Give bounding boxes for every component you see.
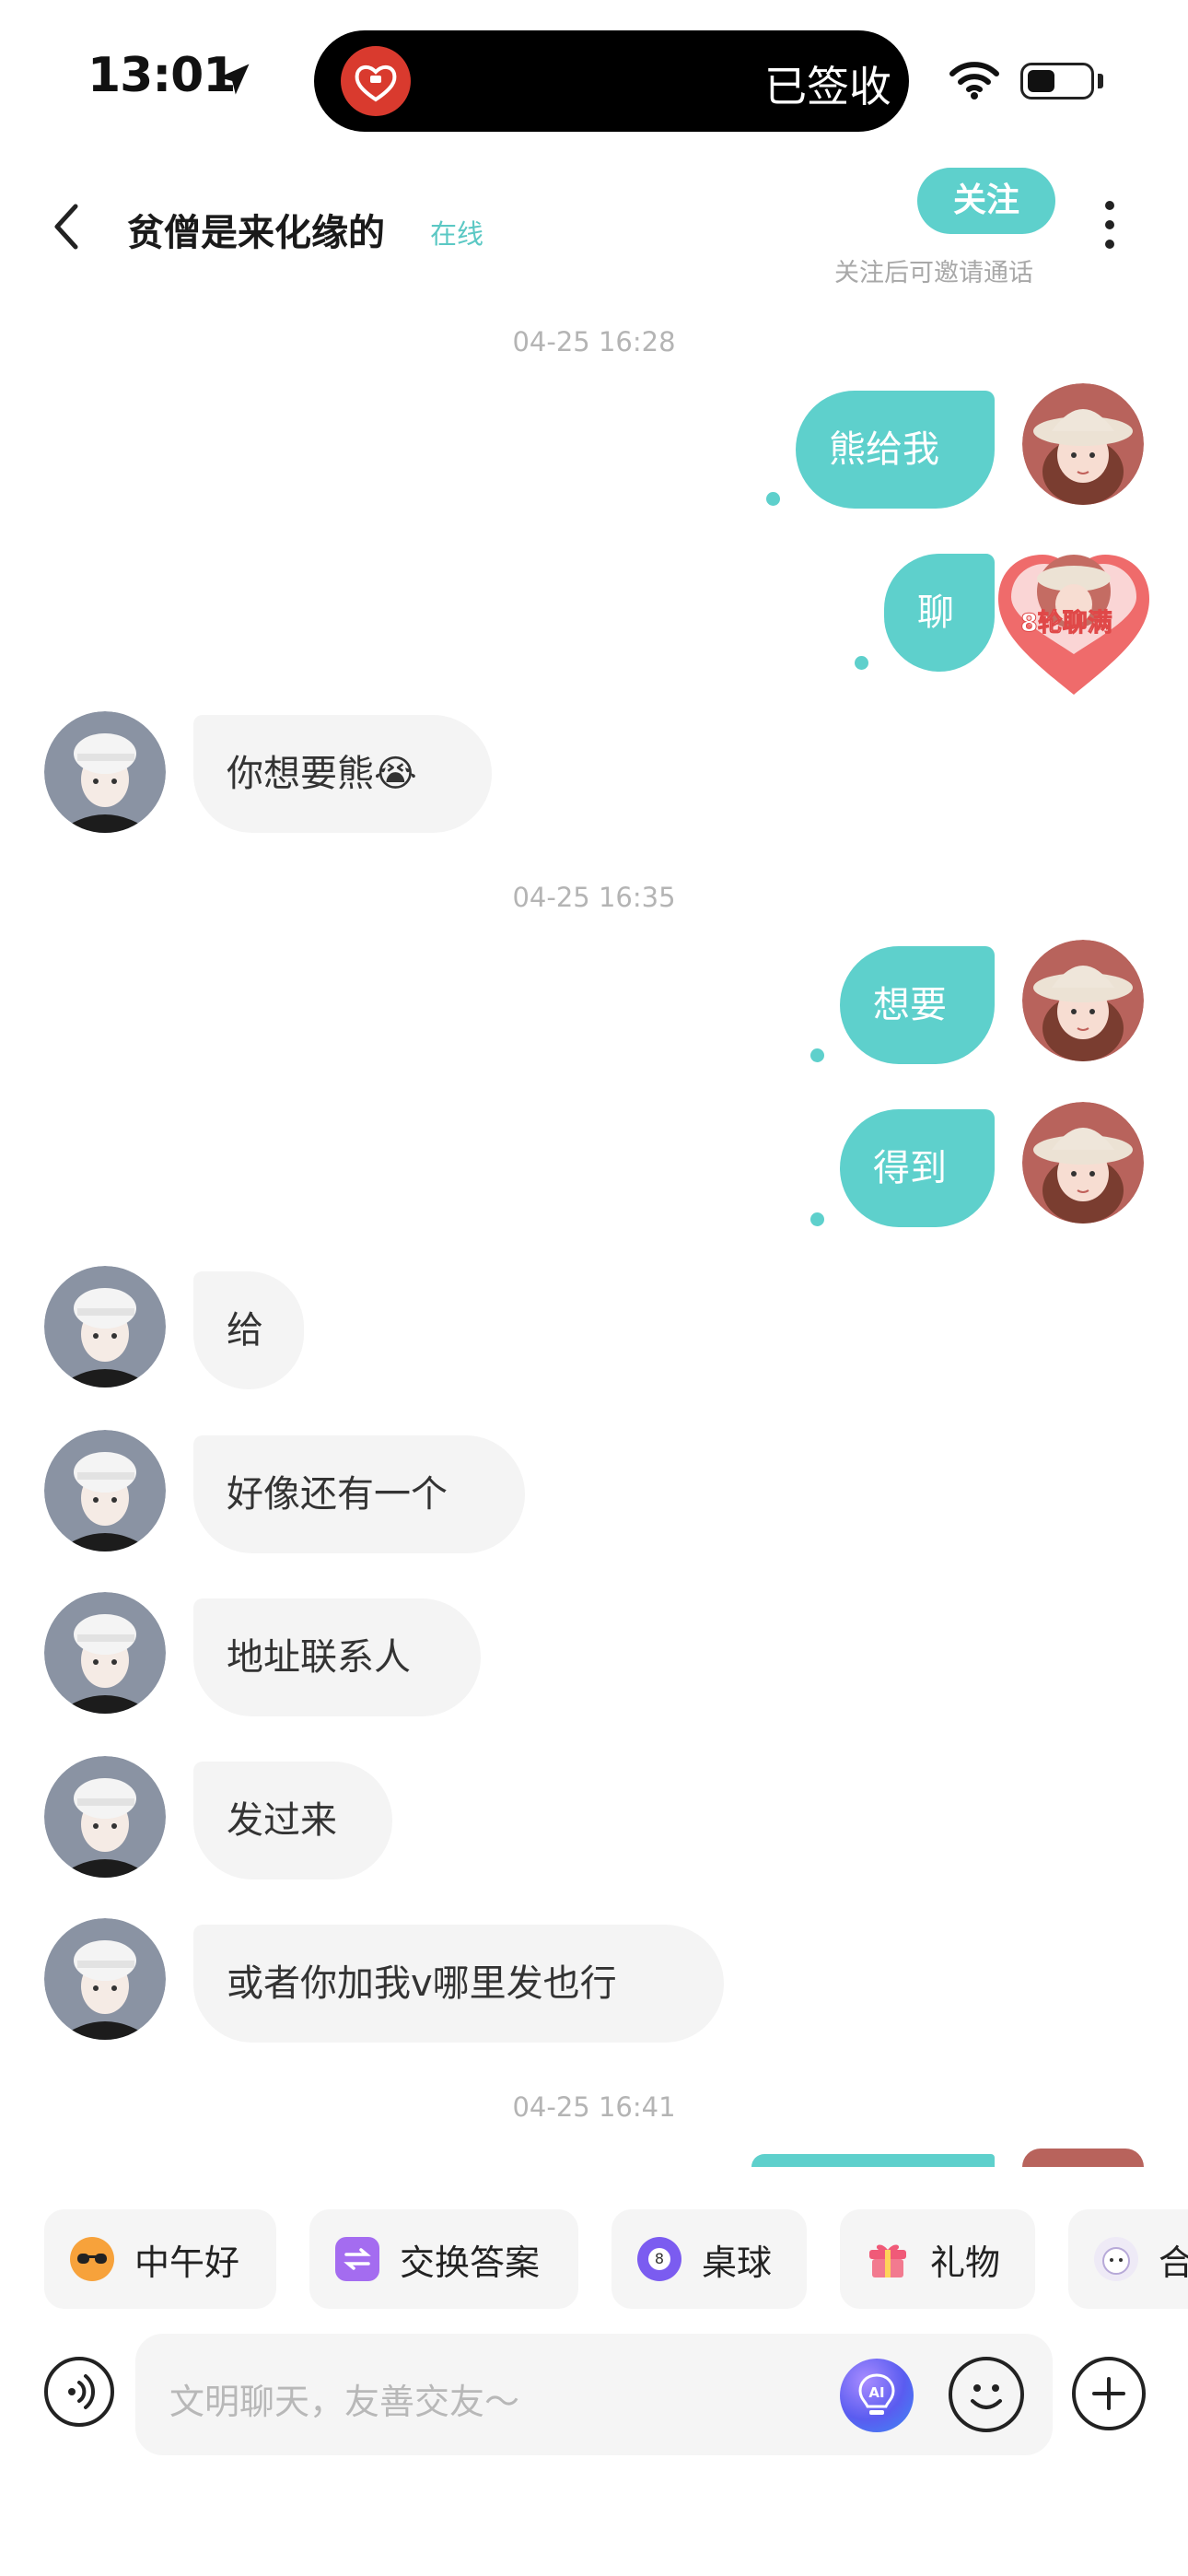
contact-avatar[interactable] — [44, 1266, 166, 1388]
quick-action-more[interactable]: 合 — [1068, 2209, 1188, 2309]
gift-icon — [866, 2237, 910, 2281]
received-message-bubble[interactable]: 好像还有一个 — [193, 1435, 525, 1553]
sent-message-bubble[interactable]: 聊 — [884, 554, 995, 672]
read-indicator-dot — [810, 1048, 824, 1062]
received-message-bubble[interactable]: 地址联系人 — [193, 1598, 481, 1716]
contact-avatar[interactable] — [44, 1918, 166, 2040]
quick-action-label: 合 — [1159, 2242, 1188, 2283]
quick-action-label: 交换答案 — [400, 2242, 541, 2283]
contact-avatar[interactable] — [44, 1430, 166, 1551]
my-avatar-partial — [1022, 2149, 1144, 2167]
sent-message-bubble[interactable]: 得到 — [840, 1109, 995, 1227]
exchange-chat-icon — [335, 2237, 379, 2281]
quick-action-label: 桌球 — [702, 2242, 773, 2283]
my-avatar[interactable] — [1022, 383, 1144, 505]
received-message-bubble[interactable]: 发过来 — [193, 1762, 392, 1879]
battery-icon — [1020, 63, 1094, 100]
sent-message-bubble[interactable]: 想要 — [840, 946, 995, 1064]
message-timestamp: 04-25 16:35 — [512, 882, 676, 913]
follow-hint: 关注后可邀请通话 — [834, 259, 1033, 287]
contact-avatar[interactable] — [44, 1592, 166, 1714]
voice-input-icon[interactable] — [44, 2357, 114, 2427]
online-status: 在线 — [430, 218, 484, 250]
delivery-status-text: 已签收 — [764, 62, 891, 111]
add-attachment-icon[interactable] — [1072, 2357, 1146, 2430]
shopping-app-logo-icon — [341, 46, 411, 116]
sent-message-bubble-partial — [751, 2154, 995, 2167]
received-message-bubble[interactable]: 或者你加我v哪里发也行 — [193, 1925, 724, 2043]
more-options-icon[interactable] — [1105, 201, 1114, 259]
received-message-bubble[interactable]: 你想要熊😭 — [193, 715, 492, 833]
my-avatar[interactable] — [1022, 1102, 1144, 1224]
message-timestamp: 04-25 16:28 — [512, 326, 676, 357]
received-message-bubble[interactable]: 给 — [193, 1271, 304, 1389]
message-timestamp: 04-25 16:41 — [512, 2091, 676, 2123]
sunglasses-sun-icon — [70, 2237, 114, 2281]
chat-title: 贫僧是来化缘的 — [127, 212, 385, 254]
ai-assistant-button[interactable]: AI — [840, 2359, 914, 2432]
chat-streak-heart-badge[interactable]: 8轮聊满 — [991, 544, 1157, 704]
message-input-placeholder: 文明聊天，友善交友～ — [169, 2382, 520, 2422]
wifi-icon — [949, 62, 999, 100]
mascot-icon — [1094, 2237, 1138, 2281]
sent-message-bubble[interactable]: 熊给我 — [796, 391, 995, 509]
svg-text:AI: AI — [868, 2384, 884, 2401]
battery-level-fill — [1028, 70, 1054, 92]
battery-cap — [1098, 74, 1103, 88]
location-arrow-icon — [218, 64, 250, 95]
follow-button[interactable]: 关注 — [917, 168, 1055, 234]
quick-action-billiards[interactable]: 8 桌球 — [611, 2209, 807, 2309]
quick-action-exchange[interactable]: 交换答案 — [309, 2209, 578, 2309]
read-indicator-dot — [855, 656, 868, 670]
contact-avatar[interactable] — [44, 711, 166, 833]
contact-avatar[interactable] — [44, 1756, 166, 1878]
billiard-ball-icon: 8 — [637, 2237, 681, 2281]
quick-action-label: 礼物 — [930, 2242, 1001, 2283]
emoji-icon[interactable] — [949, 2357, 1024, 2432]
read-indicator-dot — [766, 492, 780, 506]
read-indicator-dot — [810, 1212, 824, 1226]
chat-streak-label: 8轮聊满 — [1020, 609, 1113, 638]
quick-action-gift[interactable]: 礼物 — [840, 2209, 1035, 2309]
quick-action-greeting[interactable]: 中午好 — [44, 2209, 276, 2309]
quick-action-label: 中午好 — [134, 2242, 240, 2283]
back-chevron-icon[interactable] — [48, 201, 85, 252]
my-avatar[interactable] — [1022, 940, 1144, 1061]
